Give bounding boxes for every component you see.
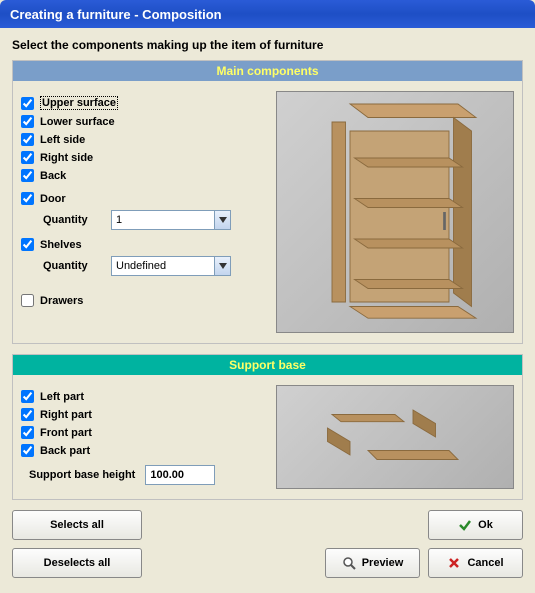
lower-surface-checkbox[interactable] xyxy=(21,115,34,128)
support-left-column: Left part Right part Front part Back par… xyxy=(21,385,266,489)
left-side-checkbox[interactable] xyxy=(21,133,34,146)
chevron-down-icon xyxy=(214,257,230,275)
right-side-label[interactable]: Right side xyxy=(40,152,93,164)
main-components-group: Main components Upper surface Lower surf… xyxy=(12,60,523,344)
lower-surface-label[interactable]: Lower surface xyxy=(40,116,115,128)
back-label[interactable]: Back xyxy=(40,170,66,182)
shelves-row: Shelves xyxy=(21,238,266,251)
support-height-input[interactable] xyxy=(145,465,215,485)
shelves-checkbox[interactable] xyxy=(21,238,34,251)
window-title: Creating a furniture - Composition xyxy=(10,7,222,22)
left-side-label[interactable]: Left side xyxy=(40,134,85,146)
preview-button[interactable]: Preview xyxy=(325,548,420,578)
check-icon xyxy=(458,518,472,532)
ok-label: Ok xyxy=(478,519,493,531)
door-quantity-label: Quantity xyxy=(43,214,103,226)
main-components-header: Main components xyxy=(13,61,522,81)
support-body: Left part Right part Front part Back par… xyxy=(13,381,522,499)
shelves-quantity-label: Quantity xyxy=(43,260,103,272)
back-part-label[interactable]: Back part xyxy=(40,445,90,457)
support-base-icon xyxy=(305,387,485,487)
content-area: Select the components making up the item… xyxy=(0,28,535,588)
back-row: Back xyxy=(21,169,266,182)
left-part-row: Left part xyxy=(21,390,266,403)
cancel-label: Cancel xyxy=(467,557,503,569)
door-label[interactable]: Door xyxy=(40,193,66,205)
back-part-checkbox[interactable] xyxy=(21,444,34,457)
left-part-label[interactable]: Left part xyxy=(40,391,84,403)
support-base-group: Support base Left part Right part Front … xyxy=(12,354,523,500)
shelves-quantity-row: Quantity Undefined xyxy=(43,256,266,276)
main-body: Upper surface Lower surface Left side Ri… xyxy=(13,87,522,343)
back-checkbox[interactable] xyxy=(21,169,34,182)
support-preview-image xyxy=(276,385,514,489)
right-part-label[interactable]: Right part xyxy=(40,409,92,421)
shelves-label[interactable]: Shelves xyxy=(40,239,82,251)
button-bar: Selects all Deselects all Ok Preview Can… xyxy=(12,510,523,578)
support-height-row: Support base height xyxy=(29,465,266,485)
drawers-checkbox[interactable] xyxy=(21,294,34,307)
selects-all-button[interactable]: Selects all xyxy=(12,510,142,540)
upper-surface-checkbox[interactable] xyxy=(21,97,34,110)
drawers-row: Drawers xyxy=(21,294,266,307)
main-left-column: Upper surface Lower surface Left side Ri… xyxy=(21,91,266,333)
deselects-all-label: Deselects all xyxy=(44,557,111,569)
title-bar: Creating a furniture - Composition xyxy=(0,0,535,28)
front-part-checkbox[interactable] xyxy=(21,426,34,439)
back-part-row: Back part xyxy=(21,444,266,457)
magnifier-icon xyxy=(342,556,356,570)
ok-button[interactable]: Ok xyxy=(428,510,523,540)
door-quantity-value: 1 xyxy=(112,214,214,226)
left-side-row: Left side xyxy=(21,133,266,146)
left-part-checkbox[interactable] xyxy=(21,390,34,403)
door-row: Door xyxy=(21,192,266,205)
chevron-down-icon xyxy=(214,211,230,229)
support-base-header: Support base xyxy=(13,355,522,375)
front-part-label[interactable]: Front part xyxy=(40,427,92,439)
left-buttons: Selects all Deselects all xyxy=(12,510,142,578)
drawers-label[interactable]: Drawers xyxy=(40,295,83,307)
lower-surface-row: Lower surface xyxy=(21,115,266,128)
instruction-text: Select the components making up the item… xyxy=(12,38,523,52)
preview-label: Preview xyxy=(362,557,404,569)
right-side-checkbox[interactable] xyxy=(21,151,34,164)
right-buttons: Ok Preview Cancel xyxy=(325,510,523,578)
right-part-row: Right part xyxy=(21,408,266,421)
door-quantity-combo[interactable]: 1 xyxy=(111,210,231,230)
main-preview-image xyxy=(276,91,514,333)
right-part-checkbox[interactable] xyxy=(21,408,34,421)
cabinet-icon xyxy=(305,92,485,332)
deselects-all-button[interactable]: Deselects all xyxy=(12,548,142,578)
upper-surface-row: Upper surface xyxy=(21,96,266,110)
shelves-quantity-value: Undefined xyxy=(112,260,214,272)
upper-surface-label[interactable]: Upper surface xyxy=(40,96,118,110)
support-height-label: Support base height xyxy=(29,469,135,481)
cross-icon xyxy=(447,556,461,570)
cancel-button[interactable]: Cancel xyxy=(428,548,523,578)
shelves-quantity-combo[interactable]: Undefined xyxy=(111,256,231,276)
front-part-row: Front part xyxy=(21,426,266,439)
right-side-row: Right side xyxy=(21,151,266,164)
door-checkbox[interactable] xyxy=(21,192,34,205)
selects-all-label: Selects all xyxy=(50,519,104,531)
door-quantity-row: Quantity 1 xyxy=(43,210,266,230)
